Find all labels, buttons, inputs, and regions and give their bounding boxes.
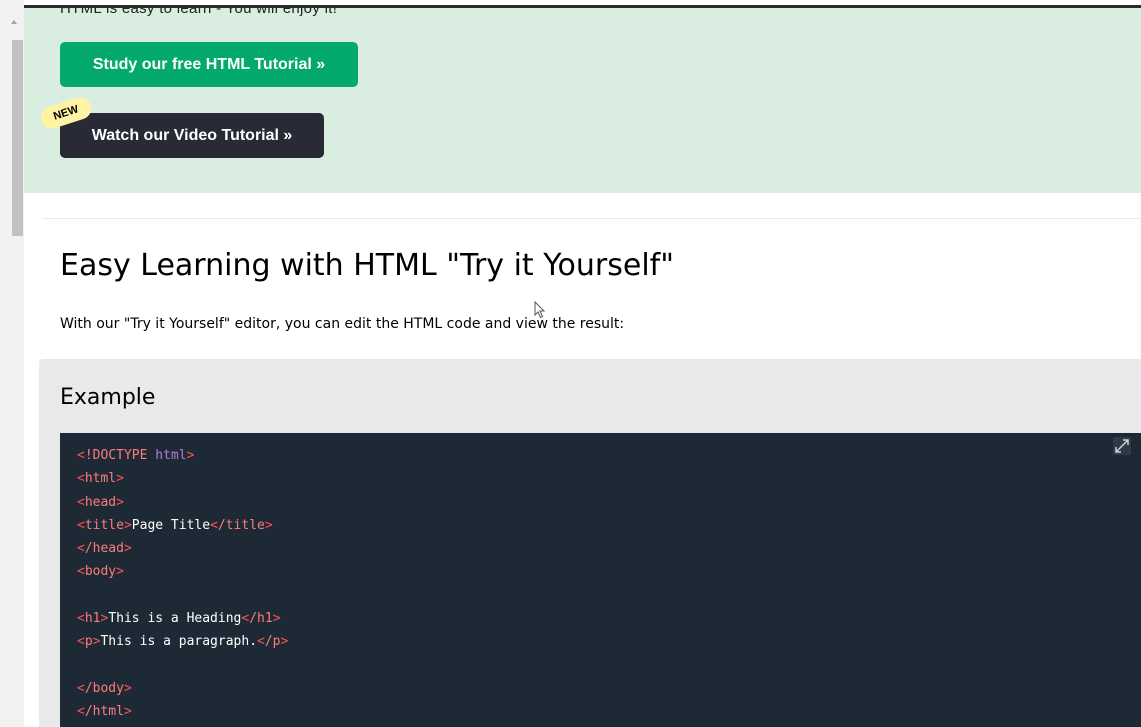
mouse-cursor-icon: [534, 301, 546, 319]
code-lines: <!DOCTYPE html> <html> <head> <title>Pag…: [77, 444, 288, 724]
code-line: <h1>This is a Heading</h1>: [77, 611, 281, 627]
code-line: <p>This is a paragraph.</p>: [77, 634, 289, 650]
study-tutorial-button[interactable]: Study our free HTML Tutorial »: [60, 42, 358, 87]
example-title: Example: [60, 385, 156, 410]
code-line: <html>: [77, 471, 124, 487]
code-line: <body>: [77, 564, 124, 580]
hero-section: HTML is easy to learn - You will enjoy i…: [24, 8, 1141, 193]
code-block: <!DOCTYPE html> <html> <head> <title>Pag…: [60, 433, 1141, 727]
code-line: <title>Page Title</title>: [77, 517, 273, 533]
video-tutorial-button[interactable]: Watch our Video Tutorial »: [60, 113, 324, 158]
code-line: </head>: [77, 541, 132, 557]
section-heading: Easy Learning with HTML "Try it Yourself…: [60, 248, 675, 283]
hero-subtitle: HTML is easy to learn - You will enjoy i…: [60, 8, 338, 17]
vertical-scrollbar[interactable]: [0, 0, 24, 727]
code-line: <!DOCTYPE html>: [77, 448, 195, 463]
expand-icon[interactable]: [1113, 437, 1131, 455]
scroll-up-arrow-icon[interactable]: [11, 20, 17, 24]
code-line: </body>: [77, 680, 132, 696]
section-divider: [42, 218, 1141, 219]
code-line: </html>: [77, 704, 132, 720]
scrollbar-thumb[interactable]: [12, 40, 23, 236]
code-line: <head>: [77, 494, 124, 510]
